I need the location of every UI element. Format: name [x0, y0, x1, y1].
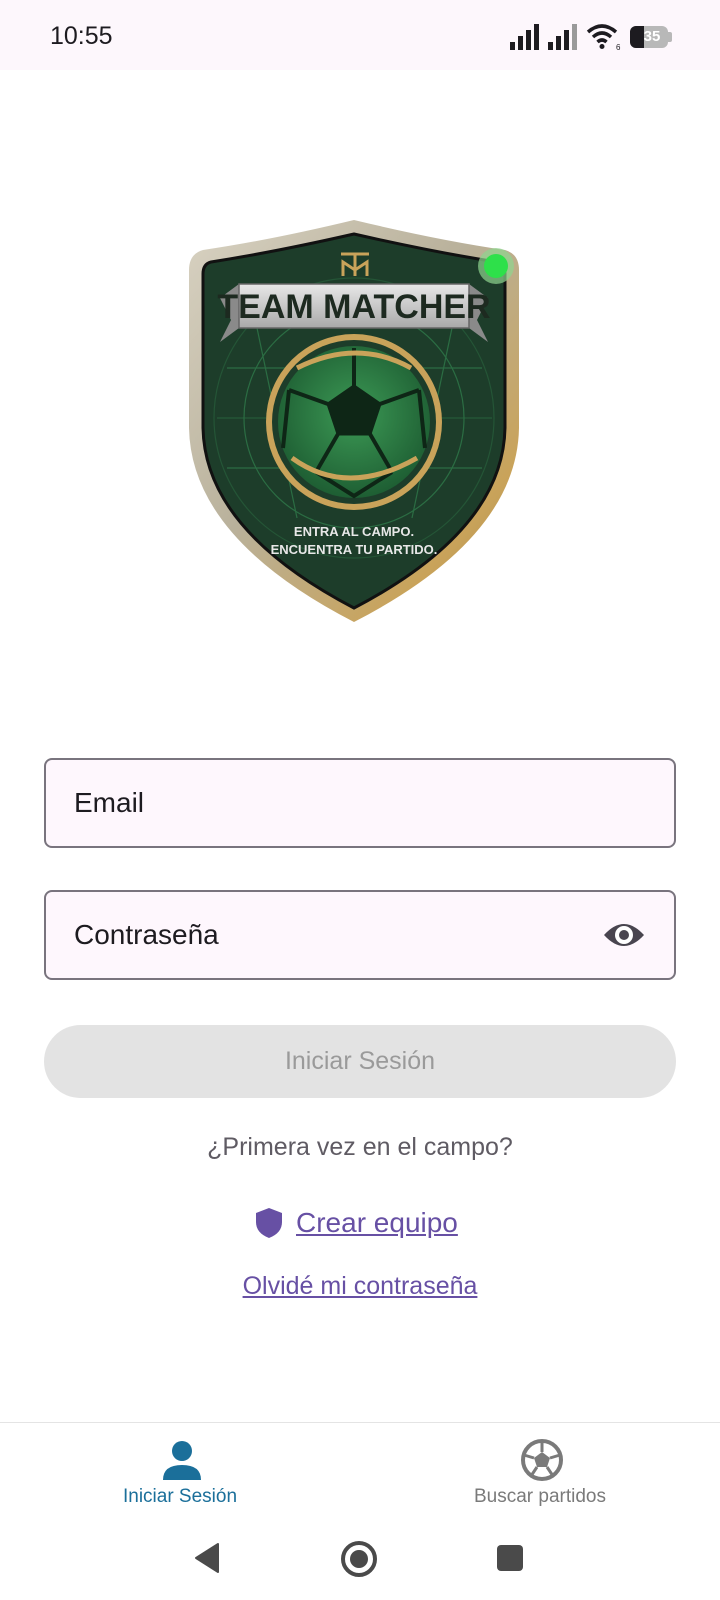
nav-label-search-matches: Buscar partidos: [473, 1486, 606, 1507]
bottom-navigation: Iniciar Sesión Buscar partidos: [0, 1422, 720, 1532]
logo-tagline-1: ENTRA AL CAMPO.: [294, 524, 414, 539]
status-icons: 6 35: [510, 22, 672, 52]
logo-tagline-2: ENCUENTRA TU PARTIDO.: [271, 542, 438, 557]
password-label: Contraseña: [74, 919, 219, 950]
password-field[interactable]: Contraseña: [44, 890, 676, 980]
wifi-icon: 6: [586, 24, 621, 51]
soccer-ball-icon: [521, 1439, 563, 1481]
home-icon[interactable]: [340, 1540, 378, 1578]
battery-level: 35: [643, 28, 661, 45]
create-team-label: Crear equipo: [296, 1207, 458, 1238]
status-bar: 10:55 6 35: [0, 0, 720, 70]
nav-item-search-matches[interactable]: Buscar partidos: [420, 1423, 660, 1533]
logo-title: TEAM MATCHER: [217, 288, 490, 326]
nav-label-login: Iniciar Sesión: [122, 1486, 238, 1507]
system-navigation-bar: [0, 1532, 720, 1600]
email-field[interactable]: Email: [44, 758, 676, 848]
create-team-link[interactable]: Crear equipo: [256, 1203, 458, 1243]
forgot-password-link[interactable]: Olvidé mi contraseña: [0, 1272, 720, 1301]
back-icon[interactable]: [192, 1542, 222, 1574]
login-button[interactable]: Iniciar Sesión: [44, 1025, 676, 1098]
status-time: 10:55: [50, 22, 113, 50]
svg-text:6: 6: [616, 43, 621, 51]
recents-icon[interactable]: [496, 1544, 524, 1572]
nav-item-login[interactable]: Iniciar Sesión: [60, 1423, 300, 1533]
eye-icon[interactable]: [602, 917, 646, 953]
person-icon: [163, 1441, 201, 1480]
signal-icon: [510, 24, 539, 50]
signal-icon: [548, 24, 577, 50]
shield-icon: [256, 1208, 282, 1238]
team-matcher-logo: TEAM MATCHER ENTRA AL CAMPO. ENCUENTRA T…: [187, 218, 533, 638]
email-label: Email: [74, 787, 145, 818]
battery-icon: 35: [630, 26, 672, 48]
first-time-text: ¿Primera vez en el campo?: [207, 1133, 513, 1161]
